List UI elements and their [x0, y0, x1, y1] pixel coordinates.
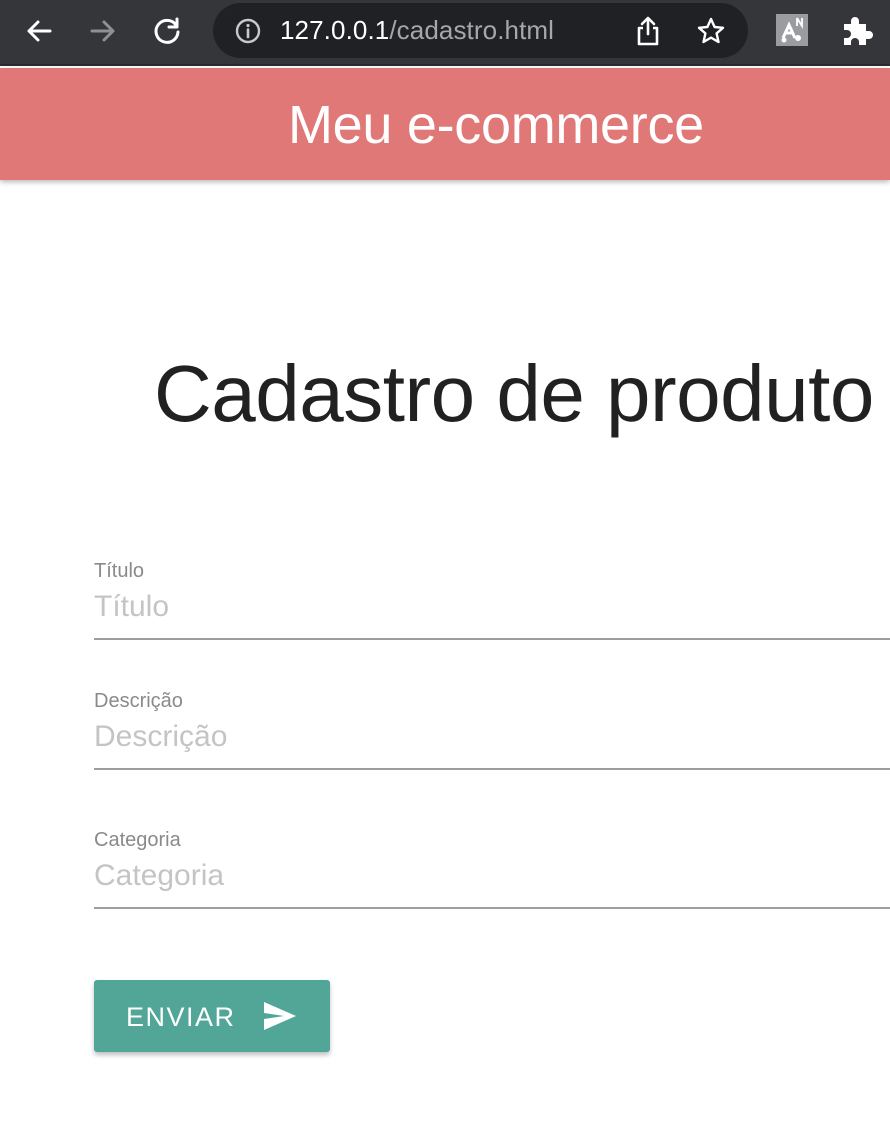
reload-button[interactable] [144, 8, 190, 54]
page-title: Cadastro de produto [154, 349, 874, 438]
back-icon [27, 20, 52, 42]
back-button[interactable] [16, 8, 62, 54]
url-host: 127.0.0.1 [280, 15, 390, 45]
app-title: Meu e-commerce [288, 95, 704, 155]
forward-icon [90, 20, 115, 42]
titulo-label: Título [94, 560, 145, 582]
info-icon[interactable] [235, 18, 261, 44]
categoria-input[interactable] [94, 853, 890, 909]
titulo-input[interactable] [94, 584, 890, 640]
descricao-label: Descrição [94, 690, 183, 712]
browser-toolbar: 127.0.0.1/cadastro.html [0, 0, 890, 66]
url-path: /cadastro.html [389, 15, 555, 45]
send-icon[interactable] [262, 1000, 298, 1032]
forward-button[interactable] [80, 8, 126, 54]
descricao-input[interactable] [94, 714, 890, 770]
categoria-label: Categoria [94, 829, 181, 851]
categoria-field: Categoria [94, 827, 890, 909]
reload-icon [154, 17, 180, 44]
url-text[interactable]: 127.0.0.1/cadastro.html [280, 15, 554, 46]
address-bar[interactable]: 127.0.0.1/cadastro.html [213, 3, 748, 58]
titulo-field: Título [94, 558, 890, 640]
app-header: Meu e-commerce [0, 68, 890, 180]
extension-icon[interactable] [775, 13, 809, 47]
share-icon[interactable] [633, 15, 663, 47]
submit-label: ENVIAR [126, 1002, 236, 1032]
descricao-field: Descrição [94, 688, 890, 770]
puzzle-icon[interactable] [838, 12, 874, 48]
star-icon[interactable] [696, 16, 726, 46]
